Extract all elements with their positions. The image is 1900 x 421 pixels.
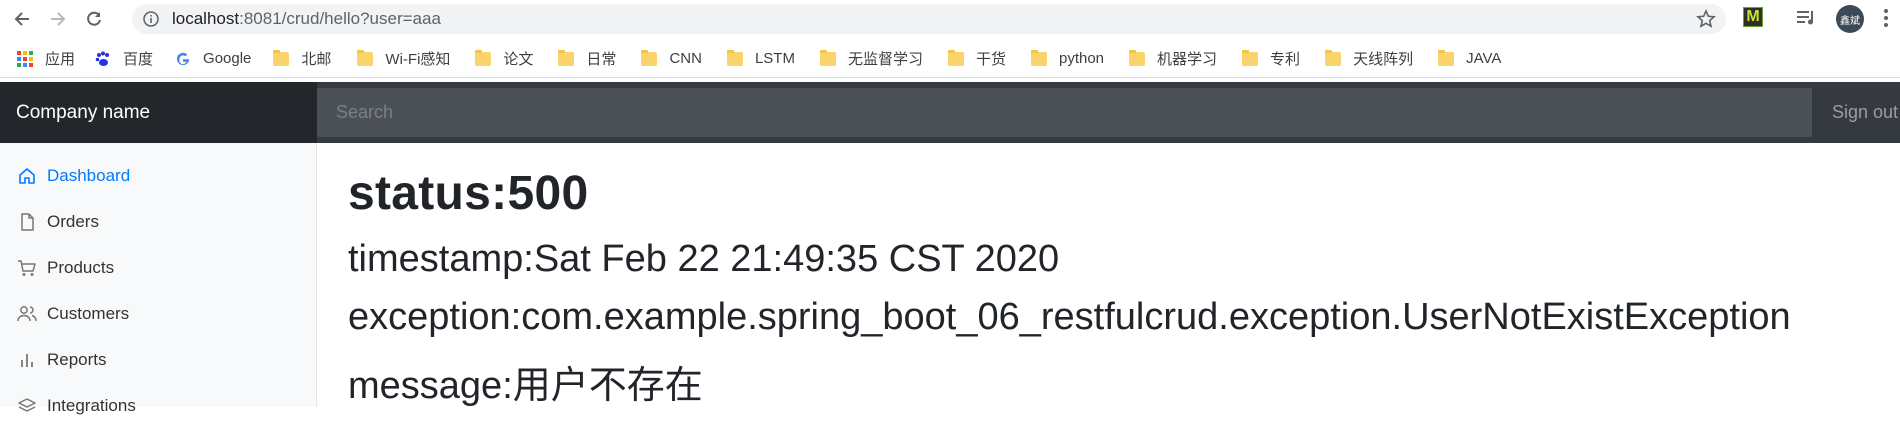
forward-arrow-icon[interactable] <box>44 5 72 33</box>
sidebar-item-reports[interactable]: Reports <box>16 345 107 375</box>
bookmark-folder[interactable]: 机器学习 <box>1129 48 1217 69</box>
extension-m-icon[interactable]: M <box>1743 7 1763 27</box>
sidebar: Dashboard Orders Products Customers Repo… <box>0 143 317 415</box>
back-arrow-icon[interactable] <box>8 5 36 33</box>
bookmark-folder[interactable]: JAVA <box>1438 49 1502 67</box>
search-input[interactable]: Search <box>317 88 1812 137</box>
folder-icon <box>1242 49 1259 66</box>
baidu-paw-icon <box>95 51 110 66</box>
apps-grid-icon <box>17 50 33 67</box>
bookmark-folder[interactable]: 专利 <box>1242 48 1300 69</box>
error-message: message:用户不存在 <box>348 365 703 407</box>
more-menu-icon[interactable] <box>1883 8 1889 33</box>
users-icon <box>16 303 38 325</box>
browser-toolbar: localhost:8081/crud/hello?user=aaa M 鑫斌 <box>0 0 1900 38</box>
sidebar-item-integrations[interactable]: Integrations <box>16 391 136 421</box>
sign-out-link[interactable]: Sign out <box>1832 82 1898 143</box>
shopping-cart-icon <box>16 257 38 279</box>
sidebar-item-products[interactable]: Products <box>16 253 114 283</box>
sidebar-item-label: Integrations <box>47 396 136 415</box>
bookmark-folder[interactable]: 天线阵列 <box>1325 48 1413 69</box>
folder-icon <box>273 49 290 66</box>
bookmark-folder[interactable]: Wi-Fi感知 <box>357 48 450 69</box>
folder-icon <box>641 49 658 66</box>
bookmark-label: 百度 <box>123 51 154 68</box>
bookmark-label: LSTM <box>754 50 795 67</box>
url-host: localhost <box>172 9 240 28</box>
error-exception: exception:com.example.spring_boot_06_res… <box>348 296 1791 338</box>
sidebar-item-customers[interactable]: Customers <box>16 299 129 329</box>
sidebar-item-label: Orders <box>47 212 99 231</box>
bookmark-label: 北邮 <box>301 51 332 68</box>
folder-icon <box>1030 49 1047 66</box>
bookmark-label: 天线阵列 <box>1353 51 1414 68</box>
sidebar-item-dashboard[interactable]: Dashboard <box>16 161 130 191</box>
bookmark-folder[interactable]: 日常 <box>558 48 616 69</box>
bookmark-label: 专利 <box>1270 51 1301 68</box>
bookmark-folder[interactable]: 论文 <box>475 48 533 69</box>
folder-icon <box>1438 49 1455 66</box>
bookmark-label: Wi-Fi感知 <box>385 51 451 68</box>
folder-icon <box>819 49 836 66</box>
sidebar-item-label: Reports <box>47 350 107 369</box>
address-bar[interactable]: localhost:8081/crud/hello?user=aaa <box>132 4 1726 34</box>
bookmark-label: 无监督学习 <box>847 51 923 68</box>
url-text[interactable]: localhost:8081/crud/hello?user=aaa <box>172 9 441 29</box>
google-g-icon <box>176 52 190 65</box>
bookmark-label: 应用 <box>45 51 76 68</box>
home-icon <box>16 165 38 187</box>
error-status: status:500 <box>348 167 589 220</box>
bookmark-label: 日常 <box>586 51 617 68</box>
bookmark-folder[interactable]: python <box>1030 49 1105 67</box>
bookmark-label: Google <box>203 50 252 67</box>
file-icon <box>16 211 38 233</box>
folder-icon <box>947 49 964 66</box>
bookmark-folder[interactable]: 无监督学习 <box>819 48 923 69</box>
bookmark-label: CNN <box>669 50 702 67</box>
bar-chart-icon <box>16 349 38 371</box>
bookmark-label: 论文 <box>503 51 534 68</box>
sidebar-item-orders[interactable]: Orders <box>16 207 99 237</box>
bookmark-label: 干货 <box>975 51 1006 68</box>
folder-icon <box>475 49 492 66</box>
profile-avatar[interactable]: 鑫斌 <box>1836 5 1864 33</box>
bookmark-label: JAVA <box>1466 50 1502 67</box>
error-timestamp: timestamp:Sat Feb 22 21:49:35 CST 2020 <box>348 238 1060 280</box>
bookmark-label: 机器学习 <box>1157 51 1218 68</box>
site-info-icon[interactable] <box>142 10 160 28</box>
bookmark-baidu[interactable]: 百度 <box>95 48 153 69</box>
folder-icon <box>1129 49 1146 66</box>
reading-list-icon[interactable] <box>1795 8 1817 33</box>
sidebar-item-label: Dashboard <box>47 166 131 185</box>
folder-icon <box>357 49 374 66</box>
bookmark-folder[interactable]: CNN <box>641 49 702 67</box>
folder-icon <box>558 49 575 66</box>
folder-icon <box>726 49 743 66</box>
bookmark-folder[interactable]: 干货 <box>947 48 1006 69</box>
folder-icon <box>1325 49 1342 66</box>
sidebar-item-label: Products <box>47 258 115 277</box>
bookmark-google[interactable]: Google <box>175 50 251 67</box>
bookmark-folder[interactable]: LSTM <box>726 49 795 67</box>
bookmarks-bar: 应用 百度 Google 北邮 Wi-Fi感知 论文 日常 CNN LSTM 无… <box>0 40 1900 78</box>
bookmark-label: python <box>1058 50 1105 67</box>
top-navbar: Company name Search Sign out <box>0 82 1900 143</box>
bookmark-folder[interactable]: 北邮 <box>273 48 331 69</box>
sidebar-item-label: Customers <box>47 304 130 323</box>
layers-icon <box>16 395 38 417</box>
url-path: :8081/crud/hello?user=aaa <box>239 9 441 28</box>
bookmark-star-icon[interactable] <box>1696 9 1716 34</box>
brand[interactable]: Company name <box>0 82 317 143</box>
reload-icon[interactable] <box>80 5 108 33</box>
search-placeholder: Search <box>336 102 394 122</box>
bookmark-apps[interactable]: 应用 <box>17 48 75 69</box>
